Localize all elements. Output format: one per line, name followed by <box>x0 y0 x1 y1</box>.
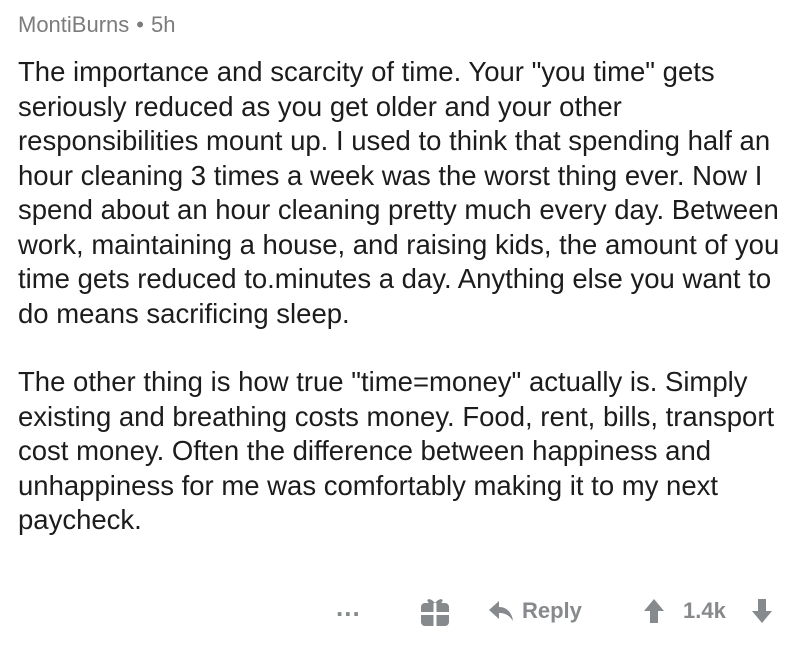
comment-paragraph: The other thing is how true "time=money"… <box>18 366 775 535</box>
more-options-icon[interactable]: ... <box>336 592 361 623</box>
comment-paragraph: The importance and scarcity of time. You… <box>18 56 780 329</box>
gift-award-icon[interactable] <box>418 594 452 628</box>
comment-age: 5h <box>150 12 176 37</box>
reply-button[interactable]: Reply <box>488 594 582 628</box>
upvote-arrow-icon[interactable] <box>643 598 665 630</box>
vote-score: 1.4k <box>683 598 726 623</box>
reply-label: Reply <box>522 598 582 623</box>
comment-actions: ... Reply 1.4k <box>18 592 788 632</box>
comment-body: The importance and scarcity of time. You… <box>18 55 788 572</box>
author-name[interactable]: MontiBurns <box>18 12 129 37</box>
meta-separator: • <box>136 12 144 37</box>
comment-meta: MontiBurns • 5h <box>18 12 175 38</box>
reply-arrow-icon <box>489 601 513 621</box>
downvote-arrow-icon[interactable] <box>751 598 773 630</box>
